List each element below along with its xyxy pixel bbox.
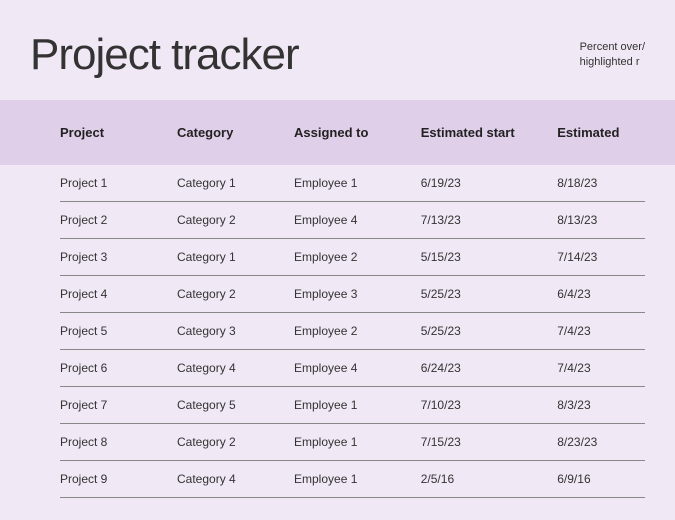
col-header-project: Project [60, 125, 177, 140]
cell-assigned: Employee 2 [294, 250, 421, 264]
cell-start: 6/24/23 [421, 361, 558, 375]
cell-start: 5/25/23 [421, 324, 558, 338]
table-row: Project 6Category 4Employee 46/24/237/4/… [60, 350, 645, 387]
header-note-line1: Percent over/ [580, 40, 645, 55]
col-header-category: Category [177, 125, 294, 140]
cell-end: 8/18/23 [557, 176, 645, 190]
cell-assigned: Employee 1 [294, 472, 421, 486]
cell-assigned: Employee 4 [294, 213, 421, 227]
cell-end: 6/4/23 [557, 287, 645, 301]
cell-start: 6/19/23 [421, 176, 558, 190]
cell-start: 2/5/16 [421, 472, 558, 486]
header: Project tracker Percent over/ highlighte… [0, 0, 675, 100]
cell-end: 8/13/23 [557, 213, 645, 227]
cell-category: Category 1 [177, 250, 294, 264]
cell-category: Category 2 [177, 287, 294, 301]
table-row: Project 3Category 1Employee 25/15/237/14… [60, 239, 645, 276]
cell-start: 7/13/23 [421, 213, 558, 227]
cell-category: Category 2 [177, 435, 294, 449]
cell-project: Project 9 [60, 472, 177, 486]
cell-project: Project 1 [60, 176, 177, 190]
cell-end: 7/4/23 [557, 324, 645, 338]
cell-category: Category 5 [177, 398, 294, 412]
table-header-row: Project Category Assigned to Estimated s… [0, 100, 675, 165]
cell-project: Project 8 [60, 435, 177, 449]
cell-assigned: Employee 1 [294, 435, 421, 449]
page-title: Project tracker [30, 30, 299, 80]
cell-category: Category 1 [177, 176, 294, 190]
cell-assigned: Employee 2 [294, 324, 421, 338]
table-row: Project 8Category 2Employee 17/15/238/23… [60, 424, 645, 461]
cell-start: 7/10/23 [421, 398, 558, 412]
cell-assigned: Employee 4 [294, 361, 421, 375]
cell-end: 8/23/23 [557, 435, 645, 449]
table-row: Project 7Category 5Employee 17/10/238/3/… [60, 387, 645, 424]
header-note-line2: highlighted r [580, 55, 645, 70]
col-header-end: Estimated [557, 125, 645, 140]
cell-assigned: Employee 1 [294, 398, 421, 412]
col-header-assigned: Assigned to [294, 125, 421, 140]
table-row: Project 1Category 1Employee 16/19/238/18… [60, 165, 645, 202]
cell-project: Project 5 [60, 324, 177, 338]
cell-project: Project 7 [60, 398, 177, 412]
cell-project: Project 3 [60, 250, 177, 264]
cell-assigned: Employee 1 [294, 176, 421, 190]
cell-end: 7/4/23 [557, 361, 645, 375]
table-body: Project 1Category 1Employee 16/19/238/18… [0, 165, 675, 498]
cell-assigned: Employee 3 [294, 287, 421, 301]
cell-project: Project 2 [60, 213, 177, 227]
cell-start: 5/15/23 [421, 250, 558, 264]
project-table: Project Category Assigned to Estimated s… [0, 100, 675, 498]
cell-end: 6/9/16 [557, 472, 645, 486]
cell-category: Category 4 [177, 361, 294, 375]
header-note: Percent over/ highlighted r [580, 40, 645, 71]
cell-end: 7/14/23 [557, 250, 645, 264]
table-row: Project 2Category 2Employee 47/13/238/13… [60, 202, 645, 239]
cell-project: Project 6 [60, 361, 177, 375]
col-header-start: Estimated start [421, 125, 558, 140]
table-row: Project 5Category 3Employee 25/25/237/4/… [60, 313, 645, 350]
cell-start: 5/25/23 [421, 287, 558, 301]
table-row: Project 9Category 4Employee 12/5/166/9/1… [60, 461, 645, 498]
cell-start: 7/15/23 [421, 435, 558, 449]
cell-end: 8/3/23 [557, 398, 645, 412]
cell-category: Category 4 [177, 472, 294, 486]
cell-category: Category 3 [177, 324, 294, 338]
table-row: Project 4Category 2Employee 35/25/236/4/… [60, 276, 645, 313]
cell-category: Category 2 [177, 213, 294, 227]
cell-project: Project 4 [60, 287, 177, 301]
